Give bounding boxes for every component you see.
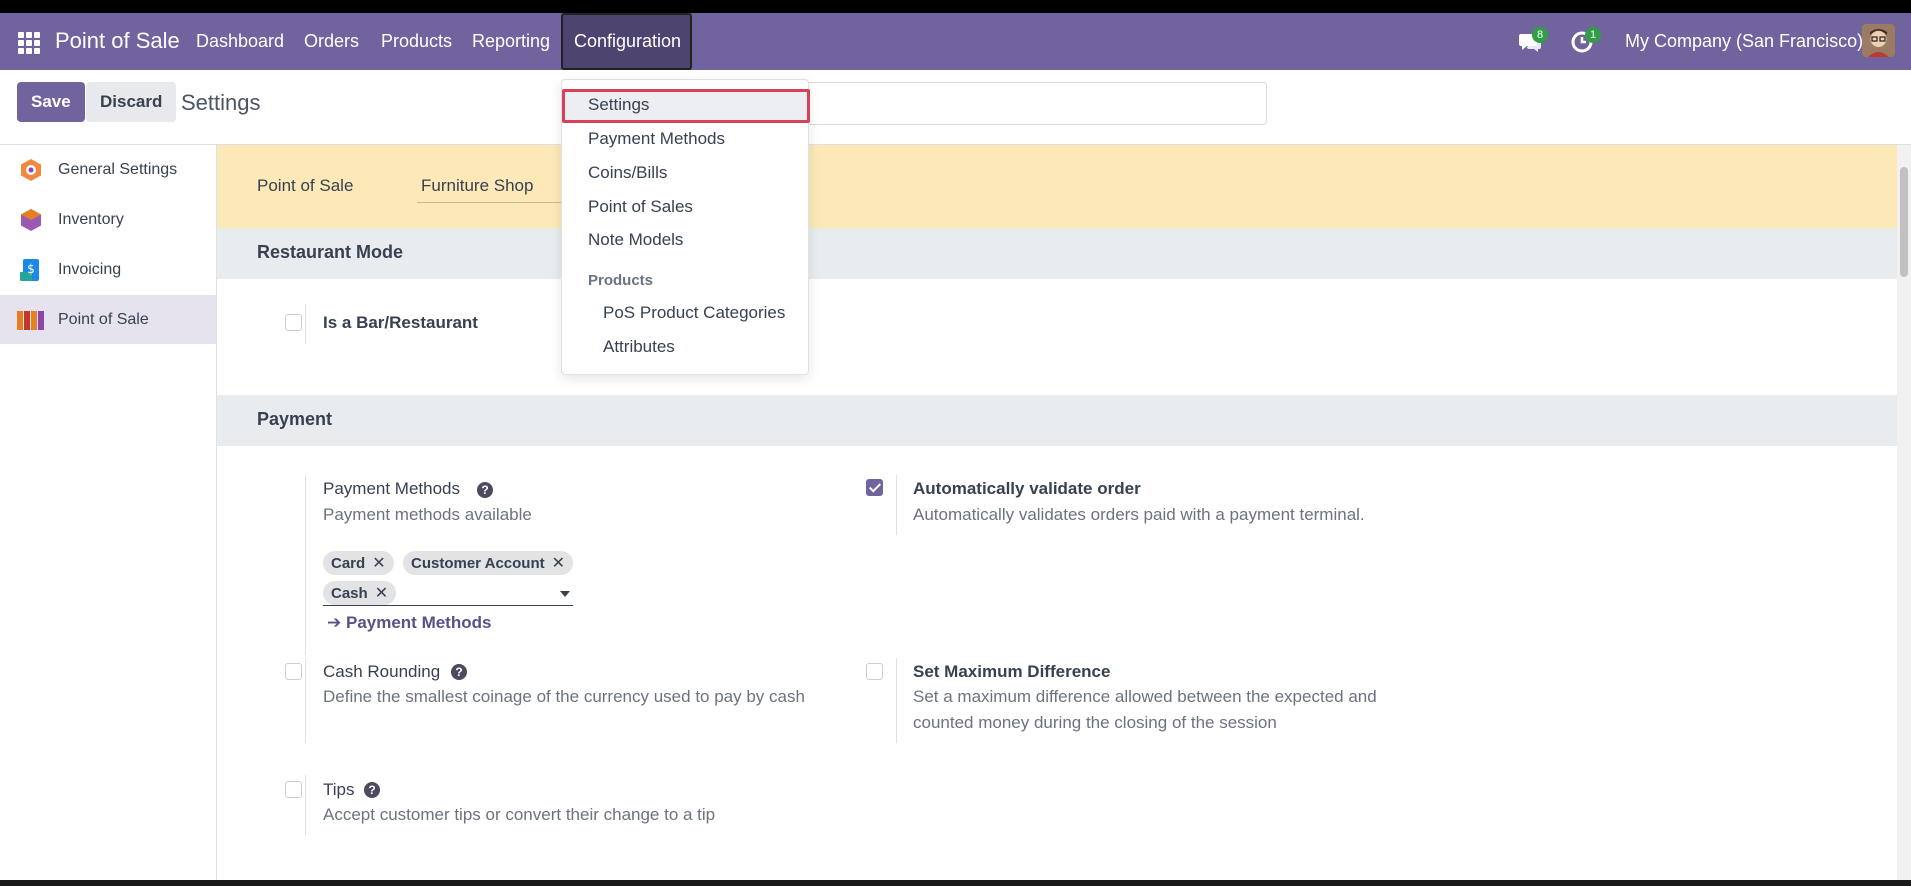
window-bottom-strip <box>0 880 1911 886</box>
remove-tag-icon[interactable]: ✕ <box>552 553 565 573</box>
nav-reporting[interactable]: Reporting <box>472 31 550 52</box>
max-difference-desc-line1: Set a maximum difference allowed between… <box>913 687 1377 706</box>
sidebar-item-label: Inventory <box>58 210 124 228</box>
settings-sidebar: General Settings Inventory $ Invoicing P… <box>0 145 217 880</box>
auto-validate-checkbox[interactable] <box>866 479 883 496</box>
discard-button[interactable]: Discard <box>86 82 177 122</box>
tag-label: Card <box>331 554 366 572</box>
help-icon[interactable]: ? <box>451 664 467 680</box>
app-grid-icon[interactable] <box>18 32 40 54</box>
point-of-sale-icon <box>17 310 44 330</box>
divider <box>896 658 897 743</box>
dropdown-section-products: Products <box>588 272 654 289</box>
section-restaurant-mode: Restaurant Mode <box>217 228 1897 279</box>
divider <box>305 304 306 344</box>
section-title: Restaurant Mode <box>257 242 404 262</box>
invoicing-icon: $ <box>20 258 39 281</box>
user-avatar[interactable] <box>1862 24 1895 57</box>
company-switcher[interactable]: My Company (San Francisco) <box>1625 31 1863 52</box>
max-difference-checkbox[interactable] <box>866 663 883 680</box>
max-difference-title: Set Maximum Difference <box>913 662 1111 681</box>
sidebar-item-label: General Settings <box>58 160 178 178</box>
tips-desc: Accept customer tips or convert their ch… <box>323 805 716 824</box>
max-difference-desc-line2: counted money during the closing of the … <box>913 713 1277 732</box>
sidebar-item-inventory[interactable]: Inventory <box>0 195 216 244</box>
remove-tag-icon[interactable]: ✕ <box>372 553 385 573</box>
dropdown-item-payment-methods[interactable]: Payment Methods <box>588 129 725 149</box>
pos-selector-banner: Point of Sale Furniture Shop <box>217 145 1897 228</box>
messages-button[interactable]: 8 <box>1518 27 1548 58</box>
pos-selector-label: Point of Sale <box>257 176 354 195</box>
settings-content: Point of Sale Furniture Shop Restaurant … <box>217 145 1897 880</box>
nav-dashboard[interactable]: Dashboard <box>196 31 284 52</box>
svg-text:$: $ <box>27 262 35 276</box>
page-title: Settings <box>181 90 261 115</box>
activities-button[interactable]: 1 <box>1571 27 1601 58</box>
nav-configuration[interactable]: Configuration <box>561 13 692 70</box>
payment-methods-desc: Payment methods available <box>323 505 532 524</box>
section-payment: Payment <box>217 395 1897 446</box>
auto-validate-desc: Automatically validates orders paid with… <box>913 505 1365 524</box>
dropdown-caret-icon[interactable] <box>560 591 570 597</box>
help-icon[interactable]: ? <box>477 482 493 498</box>
scrollbar-thumb[interactable] <box>1900 167 1908 277</box>
activities-badge: 1 <box>1585 27 1601 43</box>
sidebar-item-point-of-sale[interactable]: Point of Sale <box>0 295 216 344</box>
remove-tag-icon[interactable]: ✕ <box>375 583 388 603</box>
top-navbar: Point of Sale Dashboard Orders Products … <box>0 13 1911 70</box>
pos-selector-value: Furniture Shop <box>421 176 534 195</box>
tag-label: Customer Account <box>411 554 545 572</box>
messages-badge: 8 <box>1532 27 1548 43</box>
help-icon[interactable]: ? <box>364 782 380 798</box>
app-brand[interactable]: Point of Sale <box>55 28 180 54</box>
nav-products[interactable]: Products <box>381 31 452 52</box>
link-label: Payment Methods <box>345 613 492 632</box>
tag-card: Card ✕ <box>323 551 394 575</box>
dropdown-item-pos-product-categories[interactable]: PoS Product Categories <box>603 303 785 323</box>
general-settings-icon <box>21 158 41 181</box>
inventory-icon <box>21 208 41 231</box>
configuration-dropdown-menu: Settings Payment Methods Coins/Bills Poi… <box>561 79 810 375</box>
payment-methods-title: Payment Methods <box>323 479 461 498</box>
dropdown-item-note-models[interactable]: Note Models <box>588 230 683 250</box>
cash-rounding-checkbox[interactable] <box>285 663 302 680</box>
sidebar-item-general-settings[interactable]: General Settings <box>0 145 216 194</box>
control-panel: Save Discard Settings <box>0 70 1911 145</box>
save-button[interactable]: Save <box>17 82 85 122</box>
tag-cash: Cash ✕ <box>323 581 397 605</box>
window-top-strip <box>0 0 1911 13</box>
tag-customer-account: Customer Account ✕ <box>403 551 574 575</box>
divider <box>305 775 306 835</box>
tips-title: Tips <box>323 780 355 799</box>
cash-rounding-title: Cash Rounding <box>323 662 441 681</box>
payment-methods-link[interactable]: ➔ Payment Methods <box>327 613 491 633</box>
dropdown-item-attributes[interactable]: Attributes <box>603 337 675 357</box>
sidebar-item-label: Point of Sale <box>58 310 149 328</box>
vertical-scrollbar[interactable] <box>1897 145 1911 880</box>
sidebar-item-label: Invoicing <box>58 260 122 278</box>
dropdown-item-settings[interactable]: Settings <box>588 95 649 115</box>
tag-label: Cash <box>331 584 368 602</box>
section-title: Payment <box>257 409 333 429</box>
divider <box>305 658 306 743</box>
arrow-right-icon: ➔ <box>327 613 342 632</box>
search-input[interactable] <box>801 82 1267 125</box>
sidebar-item-invoicing[interactable]: $ Invoicing <box>0 245 216 294</box>
dropdown-item-point-of-sales[interactable]: Point of Sales <box>588 197 693 217</box>
cash-rounding-desc: Define the smallest coinage of the curre… <box>323 687 805 706</box>
auto-validate-title: Automatically validate order <box>913 479 1141 498</box>
dropdown-item-coins-bills[interactable]: Coins/Bills <box>588 163 667 183</box>
divider <box>305 475 306 655</box>
bar-restaurant-checkbox[interactable] <box>285 314 302 331</box>
bar-restaurant-label: Is a Bar/Restaurant <box>323 313 478 332</box>
tips-checkbox[interactable] <box>285 781 302 798</box>
divider <box>896 475 897 535</box>
nav-orders[interactable]: Orders <box>304 31 359 52</box>
